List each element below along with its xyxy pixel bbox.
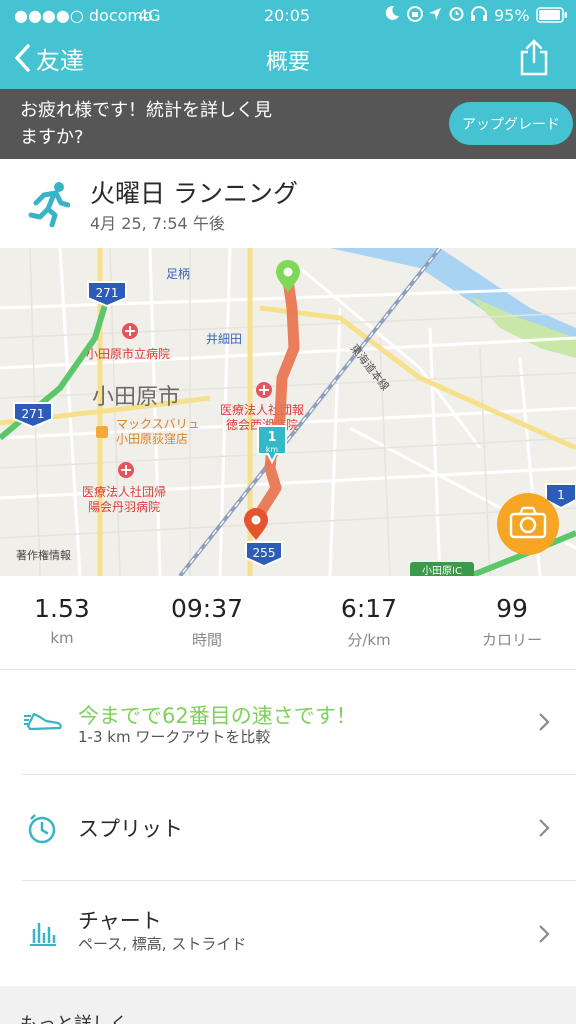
stat-duration-value: 09:37 <box>170 594 244 623</box>
status-bar: ●●●●○ docomo 4G 20:05 95% <box>0 0 576 30</box>
alarm-icon <box>448 5 465 26</box>
shoe-icon <box>24 708 64 736</box>
map-route-255: 255 <box>253 546 276 560</box>
map-ic-sign: 小田原IC <box>422 565 462 576</box>
map-store-1: マックスバリュ <box>116 417 200 431</box>
chart-row[interactable]: チャート ペース, 標高, ストライド <box>0 881 576 986</box>
map-hospital-city: 小田原市立病院 <box>86 346 170 361</box>
km-marker-unit: km <box>266 445 279 454</box>
route-map[interactable]: 東海道本線 小田原市 足柄 井細田 小田原市立病院 医療法人社団報 徳会西湘病院… <box>0 248 576 576</box>
stat-distance-unit: km <box>50 629 74 647</box>
rotation-lock-icon <box>406 5 424 27</box>
chevron-right-icon <box>538 712 550 736</box>
top-bar: ●●●●○ docomo 4G 20:05 95% 友達 概要 <box>0 0 576 89</box>
splits-row[interactable]: スプリット <box>0 775 576 880</box>
map-station-iseda: 井細田 <box>206 332 242 346</box>
headphones-icon <box>470 5 488 26</box>
upgrade-banner: お疲れ様です！統計を詳しく見ますか? アップグレード <box>0 89 576 159</box>
chevron-right-icon <box>538 818 550 842</box>
workout-datetime: 4月 25, 7:54 午後 <box>90 214 225 233</box>
map-city-label: 小田原市 <box>92 385 180 410</box>
stat-calories-value: 99 <box>496 594 528 623</box>
map-copyright[interactable]: 著作権情報 <box>16 548 71 562</box>
stopwatch-icon <box>26 811 58 849</box>
runner-icon <box>28 181 71 231</box>
stat-calories-unit: カロリー <box>481 631 542 649</box>
compare-row[interactable]: 今までで62番目の速さです！ 1-3 km ワークアウトを比較 <box>0 670 576 774</box>
chevron-right-icon <box>538 924 550 948</box>
workout-title: 火曜日 ランニング <box>90 179 298 208</box>
map-route-271-left: 271 <box>22 407 45 421</box>
more-section-header: もっと詳しく <box>0 986 576 1024</box>
map-route-1: 1 <box>557 488 565 502</box>
stat-duration-unit: 時間 <box>191 631 222 649</box>
carrier: ●●●●○ docomo <box>14 6 153 25</box>
bar-chart-icon <box>28 919 58 951</box>
map-hospital-niba-1: 医療法人社団帰 <box>82 484 166 499</box>
stat-distance-value: 1.53 <box>34 594 90 623</box>
map-store-2: 小田原荻窪店 <box>116 431 188 446</box>
banner-message: お疲れ様です！統計を詳しく見ますか? <box>20 100 272 148</box>
battery-percent: 95% <box>494 6 530 25</box>
workout-header: 火曜日 ランニング 4月 25, 7:54 午後 <box>0 159 576 249</box>
network-type: 4G <box>138 6 161 25</box>
stat-duration: 09:37 時間 <box>135 594 279 650</box>
map-hospital-toku-1: 医療法人社団報 <box>220 402 304 417</box>
location-icon <box>428 6 442 25</box>
share-button[interactable] <box>518 38 550 80</box>
nav-bar: 友達 概要 <box>0 30 576 89</box>
battery-icon <box>536 7 568 27</box>
splits-title: スプリット <box>78 817 183 841</box>
clock: 20:05 <box>264 6 311 25</box>
page-title: 概要 <box>265 50 310 75</box>
stat-pace: 6:17 分/km <box>297 594 441 650</box>
stat-calories: 99 カロリー <box>440 594 576 650</box>
share-icon <box>520 39 548 76</box>
map-route-271-top: 271 <box>96 286 119 300</box>
stat-pace-value: 6:17 <box>340 594 398 623</box>
stat-distance: 1.53 km <box>0 594 134 647</box>
moon-icon <box>384 5 400 25</box>
compare-subtitle: 1-3 km ワークアウトを比較 <box>78 728 271 746</box>
chart-subtitle: ペース, 標高, ストライド <box>78 935 247 953</box>
upgrade-button[interactable]: アップグレード <box>449 102 573 145</box>
chart-title: チャート <box>78 909 162 933</box>
map-station-ashigara: 足柄 <box>166 267 190 281</box>
stat-pace-unit: 分/km <box>347 631 391 649</box>
more-label: もっと詳しく <box>20 1010 128 1024</box>
map-hospital-niba-2: 陽会丹羽病院 <box>88 499 160 514</box>
stats-bar: 1.53 km 09:37 時間 6:17 分/km 99 カロリー <box>0 576 576 670</box>
km-marker-number: 1 <box>267 430 276 445</box>
camera-button[interactable] <box>497 493 559 555</box>
